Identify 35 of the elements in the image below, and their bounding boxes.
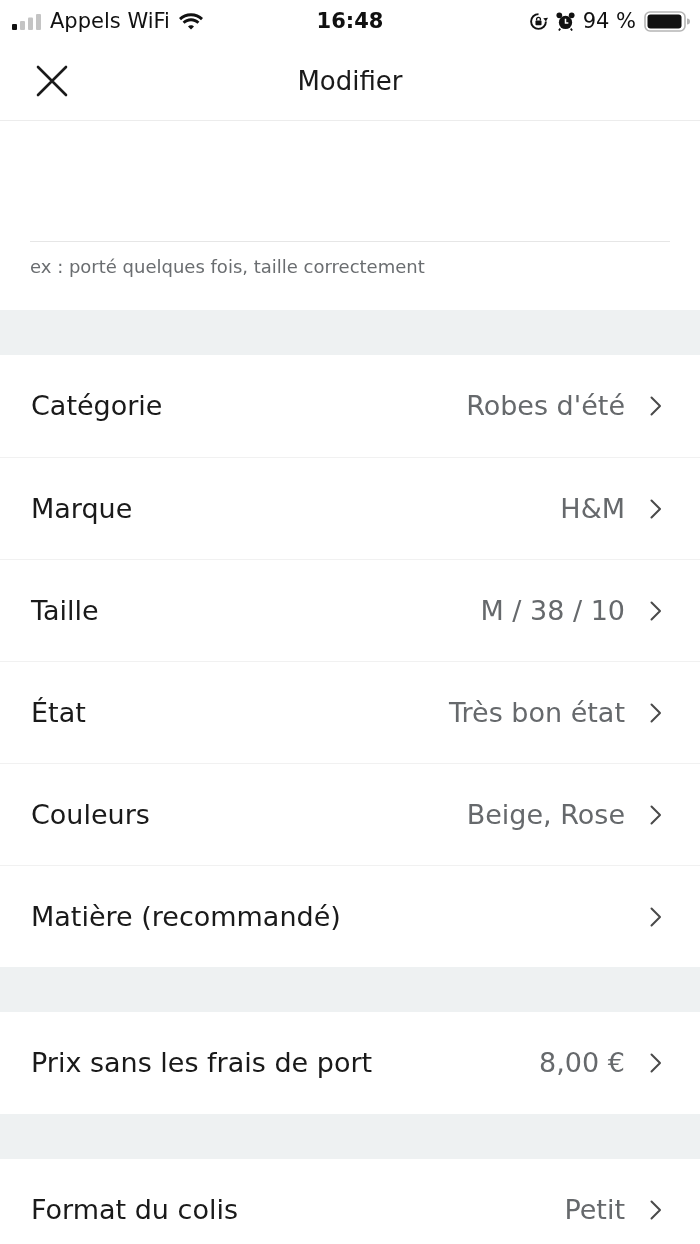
status-time: 16:48	[316, 9, 384, 33]
hint-text: ex : porté quelques fois, taille correctement	[30, 256, 426, 278]
item-value: H&M	[560, 493, 625, 525]
item-value: M / 38 / 10	[480, 595, 625, 627]
item-label: Taille	[31, 595, 99, 627]
screen-title: Modifier	[297, 66, 403, 96]
chevron-icon	[650, 601, 662, 621]
item-value: Très bon état	[449, 697, 625, 729]
alarm-clock-icon	[555, 11, 575, 31]
close-icon	[36, 65, 68, 97]
chevron-icon	[650, 396, 662, 416]
wifi-icon	[177, 11, 204, 31]
item-label: Matière (recommandé)	[31, 901, 341, 933]
item-value: Beige, Rose	[466, 799, 625, 831]
rotation-lock-icon	[528, 11, 548, 31]
item-value: 8,00 €	[539, 1047, 625, 1079]
item-label: Format du colis	[31, 1194, 238, 1226]
item-label: Couleurs	[31, 799, 150, 831]
chevron-icon	[650, 499, 662, 519]
chevron-icon	[650, 1200, 662, 1220]
item-label: Marque	[31, 493, 133, 525]
carrier-name: Appels WiFi	[50, 9, 170, 33]
chevron-icon	[650, 907, 662, 927]
chevron-icon	[650, 805, 662, 825]
chevron-icon	[650, 1053, 662, 1073]
item-value: Petit	[564, 1194, 625, 1226]
close-button[interactable]	[36, 65, 68, 97]
battery-percent: 94 %	[582, 9, 636, 33]
item-label: État	[31, 697, 86, 729]
signal-icon	[12, 14, 42, 30]
item-value: Robes d'été	[466, 390, 625, 422]
item-label: Catégorie	[31, 390, 163, 422]
item-label: Prix sans les frais de port	[31, 1047, 373, 1079]
battery-icon	[644, 10, 690, 32]
chevron-icon	[650, 703, 662, 723]
